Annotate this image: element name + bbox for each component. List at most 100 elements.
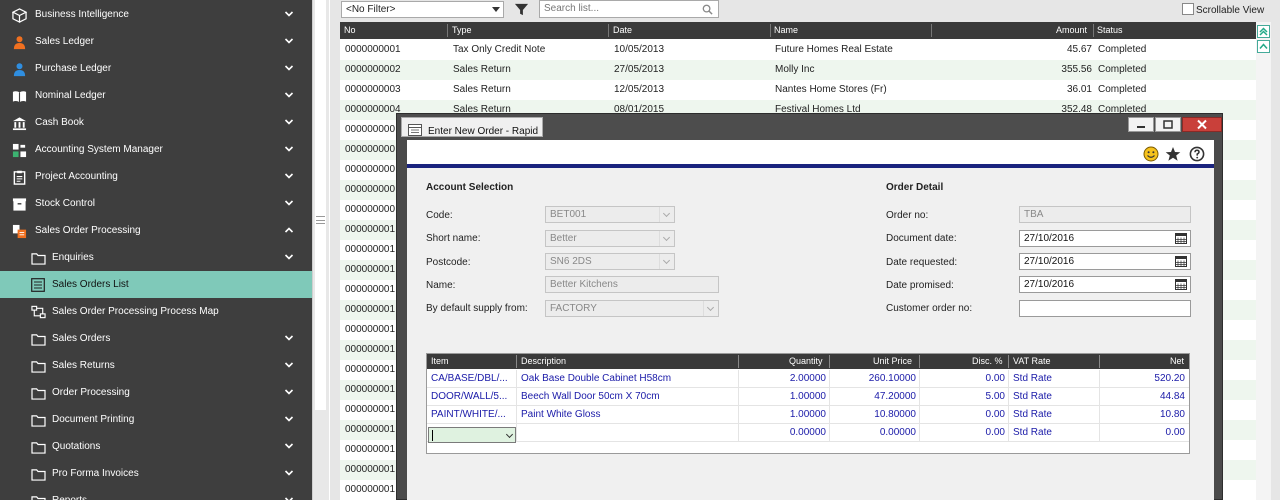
sidebar-item-order-processing[interactable]: Order Processing	[0, 379, 312, 406]
chevron-down-icon[interactable]	[284, 90, 294, 100]
line-vat[interactable]: Std Rate	[1013, 409, 1052, 420]
sidebar-item-sales-ledger[interactable]: Sales Ledger	[0, 28, 312, 55]
sidebar-item-stock-control[interactable]: Stock Control	[0, 190, 312, 217]
smiley-icon[interactable]	[1143, 146, 1159, 162]
line-net[interactable]: 44.84	[1160, 391, 1185, 402]
sidebar-item-sales-order-processing-process-map[interactable]: Sales Order Processing Process Map	[0, 298, 312, 325]
sidebar-item-business-intelligence[interactable]: Business Intelligence	[0, 1, 312, 28]
column-divider[interactable]	[1008, 355, 1009, 368]
sidebar-item-cash-book[interactable]: Cash Book	[0, 109, 312, 136]
sidebar-item-sales-order-processing[interactable]: Sales Order Processing	[0, 217, 312, 244]
search-icon[interactable]	[702, 4, 713, 15]
sidebar-item-nominal-ledger[interactable]: Nominal Ledger	[0, 82, 312, 109]
chevron-down-icon[interactable]	[284, 9, 294, 19]
supply-from-field[interactable]: FACTORY	[545, 300, 719, 317]
chevron-down-icon[interactable]	[703, 301, 718, 316]
line-item[interactable]: PAINT/WHITE/...	[431, 409, 506, 420]
line-quantity[interactable]: 1.00000	[790, 391, 826, 402]
sidebar-item-purchase-ledger[interactable]: Purchase Ledger	[0, 55, 312, 82]
col-header-date[interactable]: Date	[613, 25, 632, 35]
order-line-row[interactable]: CA/BASE/DBL/... Oak Base Double Cabinet H…	[427, 370, 1189, 388]
line-description[interactable]: Beech Wall Door 50cm X 70cm	[521, 391, 660, 402]
sidebar-item-project-accounting[interactable]: Project Accounting	[0, 163, 312, 190]
col-header-no[interactable]: No	[344, 25, 356, 35]
order-line-row[interactable]: PAINT/WHITE/... Paint White Gloss Std Rate…	[427, 406, 1189, 424]
filter-select[interactable]: <No Filter>	[341, 1, 504, 18]
line-disc[interactable]: 0.00	[986, 373, 1005, 384]
sidebar-item-accounting-system-manager[interactable]: Accounting System Manager	[0, 136, 312, 163]
line-unit-price[interactable]: 0.00000	[880, 427, 916, 438]
sidebar-item-sales-orders-list[interactable]: Sales Orders List	[0, 271, 312, 298]
sidebar-item-sales-returns[interactable]: Sales Returns	[0, 352, 312, 379]
column-divider[interactable]	[931, 24, 932, 37]
line-description[interactable]: Paint White Gloss	[521, 409, 600, 420]
scroll-up-icon[interactable]	[1257, 40, 1270, 53]
filter-funnel-icon[interactable]	[514, 2, 529, 17]
sidebar-splitter[interactable]	[312, 0, 329, 500]
table-row[interactable]: 0000000001 Tax Only Credit Note 10/05/2013…	[340, 40, 1256, 60]
chevron-down-icon[interactable]	[505, 430, 514, 439]
col-header-net[interactable]: Net	[1170, 356, 1184, 366]
short-name-field[interactable]: Better	[545, 230, 675, 247]
col-header-status[interactable]: Status	[1097, 25, 1123, 35]
chevron-down-icon[interactable]	[284, 387, 294, 397]
line-vat[interactable]: Std Rate	[1013, 427, 1052, 438]
postcode-field[interactable]: SN6 2DS	[545, 253, 675, 270]
sidebar-item-reports[interactable]: Reports	[0, 487, 312, 500]
chevron-down-icon[interactable]	[284, 171, 294, 181]
sidebar-item-quotations[interactable]: Quotations	[0, 433, 312, 460]
column-divider[interactable]	[829, 355, 830, 368]
scroll-top-icon[interactable]	[1257, 25, 1270, 38]
line-quantity[interactable]: 1.00000	[790, 409, 826, 420]
chevron-down-icon[interactable]	[284, 360, 294, 370]
sidebar-item-sales-orders[interactable]: Sales Orders	[0, 325, 312, 352]
line-description[interactable]: Oak Base Double Cabinet H58cm	[521, 373, 671, 384]
customer-order-no-field[interactable]	[1019, 300, 1191, 317]
chevron-down-icon[interactable]	[284, 144, 294, 154]
scrollable-view-checkbox[interactable]	[1182, 3, 1194, 15]
line-vat[interactable]: Std Rate	[1013, 391, 1052, 402]
order-line-row[interactable]: DOOR/WALL/5... Beech Wall Door 50cm X 70c…	[427, 388, 1189, 406]
col-header-vat-rate[interactable]: VAT Rate	[1013, 356, 1051, 366]
column-divider[interactable]	[516, 355, 517, 368]
chevron-down-icon[interactable]	[284, 63, 294, 73]
sidebar-item-document-printing[interactable]: Document Printing	[0, 406, 312, 433]
chevron-down-icon[interactable]	[659, 231, 674, 246]
line-disc[interactable]: 5.00	[986, 391, 1005, 402]
line-net[interactable]: 520.20	[1154, 373, 1185, 384]
new-item-select[interactable]	[428, 427, 516, 443]
chevron-down-icon[interactable]	[284, 468, 294, 478]
chevron-down-icon[interactable]	[284, 117, 294, 127]
document-date-field[interactable]: 27/10/2016	[1019, 230, 1191, 247]
chevron-down-icon[interactable]	[284, 414, 294, 424]
help-icon[interactable]	[1189, 146, 1205, 162]
col-header-amount[interactable]: Amount	[1056, 25, 1087, 35]
column-divider[interactable]	[608, 24, 609, 37]
close-button[interactable]	[1182, 117, 1222, 132]
chevron-down-icon[interactable]	[659, 254, 674, 269]
col-header-description[interactable]: Description	[521, 356, 566, 366]
line-quantity[interactable]: 0.00000	[790, 427, 826, 438]
dialog-titlebar[interactable]: Enter New Order - Rapid	[397, 114, 1222, 140]
line-unit-price[interactable]: 260.10000	[869, 373, 916, 384]
line-item[interactable]: DOOR/WALL/5...	[431, 391, 507, 402]
table-row[interactable]: 0000000003 Sales Return 12/05/2013 Nantes H…	[340, 80, 1256, 100]
line-vat[interactable]: Std Rate	[1013, 373, 1052, 384]
search-input[interactable]: Search list...	[539, 0, 719, 18]
col-header-quantity[interactable]: Quantity	[789, 356, 823, 366]
star-icon[interactable]	[1165, 146, 1181, 162]
line-unit-price[interactable]: 47.20000	[874, 391, 916, 402]
chevron-down-icon[interactable]	[284, 441, 294, 451]
sidebar-item-enquiries[interactable]: Enquiries	[0, 244, 312, 271]
maximize-button[interactable]	[1155, 117, 1181, 132]
line-disc[interactable]: 0.00	[986, 427, 1005, 438]
order-line-row[interactable]: Std Rate 0.00000 0.00000 0.00 0.00	[427, 424, 1189, 443]
line-net[interactable]: 10.80	[1160, 409, 1185, 420]
col-header-disc[interactable]: Disc. %	[972, 356, 1003, 366]
calendar-icon[interactable]	[1175, 279, 1187, 290]
chevron-down-icon[interactable]	[284, 333, 294, 343]
line-item[interactable]: CA/BASE/DBL/...	[431, 373, 508, 384]
line-quantity[interactable]: 2.00000	[790, 373, 826, 384]
chevron-down-icon[interactable]	[284, 36, 294, 46]
column-divider[interactable]	[447, 24, 448, 37]
